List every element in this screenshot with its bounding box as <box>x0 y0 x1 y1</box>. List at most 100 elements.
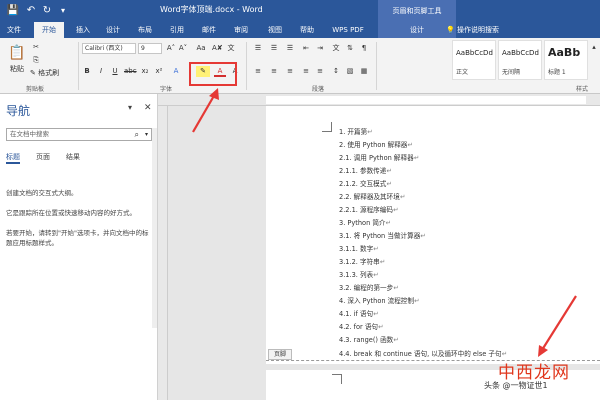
doc-line[interactable]: 2. 使用 Python 解释器↵ <box>339 139 413 149</box>
nav-help-text: 若要开始，请转到"开始"选项卡，并向文档中的标题应用标题样式。 <box>6 229 149 247</box>
watermark: 中西龙网 头条 @一物证世1 <box>476 358 598 398</box>
borders-icon[interactable]: ▦ <box>358 66 370 77</box>
strikethrough-button[interactable]: abc <box>124 66 137 77</box>
title-bar: 💾 ↶ ↻ ▾ Word字体顶端.docx - Word 页眉和页脚工具 <box>0 0 600 22</box>
brush-icon: ✎ <box>30 69 36 77</box>
chevron-down-icon[interactable]: ▾ <box>145 129 148 140</box>
tab-file[interactable]: 文件 <box>0 22 28 38</box>
format-painter-button[interactable]: ✎ 格式刷 <box>30 68 80 79</box>
footer-tag[interactable]: 页脚 <box>268 349 292 360</box>
font-name-select[interactable]: Calibri (西文) <box>82 43 136 54</box>
search-icon[interactable]: ⌕ <box>135 129 139 140</box>
ribbon-tabs: 文件 开始 插入 设计 布局 引用 邮件 审阅 视图 帮助 WPS PDF 设计… <box>0 22 600 38</box>
increase-indent-icon[interactable]: ⇥ <box>314 43 326 54</box>
tab-home[interactable]: 开始 <box>34 22 64 38</box>
nav-scrollbar[interactable] <box>152 128 157 328</box>
tab-help[interactable]: 帮助 <box>294 22 320 38</box>
nav-title: 导航 <box>6 104 31 118</box>
align-center-icon[interactable]: ≡ <box>268 66 280 77</box>
close-icon[interactable]: ✕ <box>144 103 152 113</box>
doc-line[interactable]: 2.1.1. 参数传递↵ <box>339 165 392 175</box>
shrink-font-icon[interactable]: A˅ <box>178 43 188 54</box>
vertical-ruler[interactable] <box>158 106 168 400</box>
doc-line[interactable]: 2.1. 调用 Python 解释器↵ <box>339 152 419 162</box>
style-normal[interactable]: AaBbCcDd 正文 <box>452 40 496 80</box>
bullets-icon[interactable]: ☰ <box>252 43 264 54</box>
doc-line[interactable]: 4. 深入 Python 流程控制↵ <box>339 295 420 305</box>
navigation-pane: 导航 ▾ ✕ 在文档中搜索 ⌕ ▾ 标题 页面 结果 创建文档的交互式大纲。 它… <box>0 94 158 400</box>
style-no-spacing[interactable]: AaBbCcDd 无间隔 <box>498 40 542 80</box>
show-marks-icon[interactable]: ¶ <box>358 43 370 54</box>
paragraph-group-label: 段落 <box>312 86 325 93</box>
tab-layout[interactable]: 布局 <box>132 22 158 38</box>
paste-button-label[interactable]: 粘贴 <box>4 64 30 75</box>
doc-line[interactable]: 2.2. 解释器及其环境↵ <box>339 191 405 201</box>
ribbon-divider <box>246 42 247 90</box>
distributed-icon[interactable]: ≡ <box>314 66 326 77</box>
nav-tab-headings[interactable]: 标题 <box>6 152 20 164</box>
style-heading-1[interactable]: AaBb 标题 1 <box>544 40 588 80</box>
copy-icon[interactable]: ⎘ <box>30 55 42 66</box>
doc-line[interactable]: 3.1.1. 数字↵ <box>339 243 379 253</box>
phonetic-guide-icon[interactable]: 文 <box>226 43 236 54</box>
numbering-icon[interactable]: ☰ <box>268 43 280 54</box>
line-spacing-icon[interactable]: ↕ <box>330 66 342 77</box>
tab-design[interactable]: 设计 <box>100 22 126 38</box>
nav-tab-results[interactable]: 结果 <box>66 152 80 162</box>
text-effects-icon[interactable]: A <box>170 66 182 77</box>
window-title: Word字体顶端.docx - Word <box>160 5 263 14</box>
save-icon[interactable]: 💾 <box>6 4 20 18</box>
doc-line[interactable]: 4.4. break 和 continue 语句, 以及循环中的 else 子句… <box>339 348 507 358</box>
tab-mailings[interactable]: 邮件 <box>196 22 222 38</box>
tab-view[interactable]: 视图 <box>262 22 288 38</box>
italic-button[interactable]: I <box>96 66 106 77</box>
tab-header-footer-design[interactable]: 设计 <box>378 22 456 38</box>
horizontal-ruler[interactable] <box>158 94 600 106</box>
context-tool-title: 页眉和页脚工具 <box>378 0 456 22</box>
tab-references[interactable]: 引用 <box>164 22 190 38</box>
shading-icon[interactable]: ▧ <box>344 66 356 77</box>
nav-search-input[interactable]: 在文档中搜索 ⌕ ▾ <box>6 128 152 141</box>
decrease-indent-icon[interactable]: ⇤ <box>300 43 312 54</box>
doc-line[interactable]: 3.1.3. 列表↵ <box>339 269 379 279</box>
tab-insert[interactable]: 插入 <box>70 22 96 38</box>
document-page[interactable] <box>266 106 600 364</box>
subscript-button[interactable]: x₂ <box>140 66 150 77</box>
cut-icon[interactable]: ✂ <box>30 42 42 53</box>
nav-options-icon[interactable]: ▾ <box>128 103 132 112</box>
crop-mark <box>322 122 332 132</box>
font-size-select[interactable]: 9 <box>138 43 162 54</box>
styles-scroll-icon[interactable]: ▴ <box>590 42 598 53</box>
doc-line[interactable]: 3.2. 编程的第一步↵ <box>339 282 399 292</box>
doc-line[interactable]: 4.3. range() 函数↵ <box>339 334 399 344</box>
chinese-layout-icon[interactable]: 文 <box>330 43 342 54</box>
bold-button[interactable]: B <box>82 66 92 77</box>
change-case-icon[interactable]: Aa <box>196 43 206 54</box>
doc-line[interactable]: 2.1.2. 交互模式↵ <box>339 178 392 188</box>
doc-line[interactable]: 3.1.2. 字符串↵ <box>339 256 385 266</box>
doc-line[interactable]: 2.2.1. 源程序编码↵ <box>339 204 398 214</box>
doc-line[interactable]: 3.1. 将 Python 当做计算器↵ <box>339 230 426 240</box>
grow-font-icon[interactable]: A˄ <box>166 43 176 54</box>
paste-icon[interactable]: 📋 <box>6 44 28 62</box>
tell-me-search[interactable]: 💡 操作说明搜索 <box>446 22 499 38</box>
doc-line[interactable]: 4.1. if 语句↵ <box>339 308 379 318</box>
clear-format-icon[interactable]: A✘ <box>212 43 223 54</box>
align-left-icon[interactable]: ≡ <box>252 66 264 77</box>
tab-review[interactable]: 审阅 <box>228 22 254 38</box>
undo-icon[interactable]: ↶ <box>24 4 38 18</box>
doc-line[interactable]: 3. Python 简介↵ <box>339 217 391 227</box>
superscript-button[interactable]: x² <box>154 66 164 77</box>
sort-icon[interactable]: ⇅ <box>344 43 356 54</box>
justify-icon[interactable]: ≡ <box>300 66 312 77</box>
tab-wps-pdf[interactable]: WPS PDF <box>326 22 370 38</box>
ribbon-divider <box>78 42 79 90</box>
align-right-icon[interactable]: ≡ <box>284 66 296 77</box>
doc-line[interactable]: 4.2. for 语句↵ <box>339 321 384 331</box>
underline-button[interactable]: U <box>110 66 120 77</box>
doc-line[interactable]: 1. 开篇第↵ <box>339 126 373 136</box>
redo-icon[interactable]: ↻ <box>40 4 54 18</box>
nav-tab-pages[interactable]: 页面 <box>36 152 50 162</box>
customize-qat-icon[interactable]: ▾ <box>56 4 70 18</box>
multilevel-list-icon[interactable]: ☰ <box>284 43 296 54</box>
